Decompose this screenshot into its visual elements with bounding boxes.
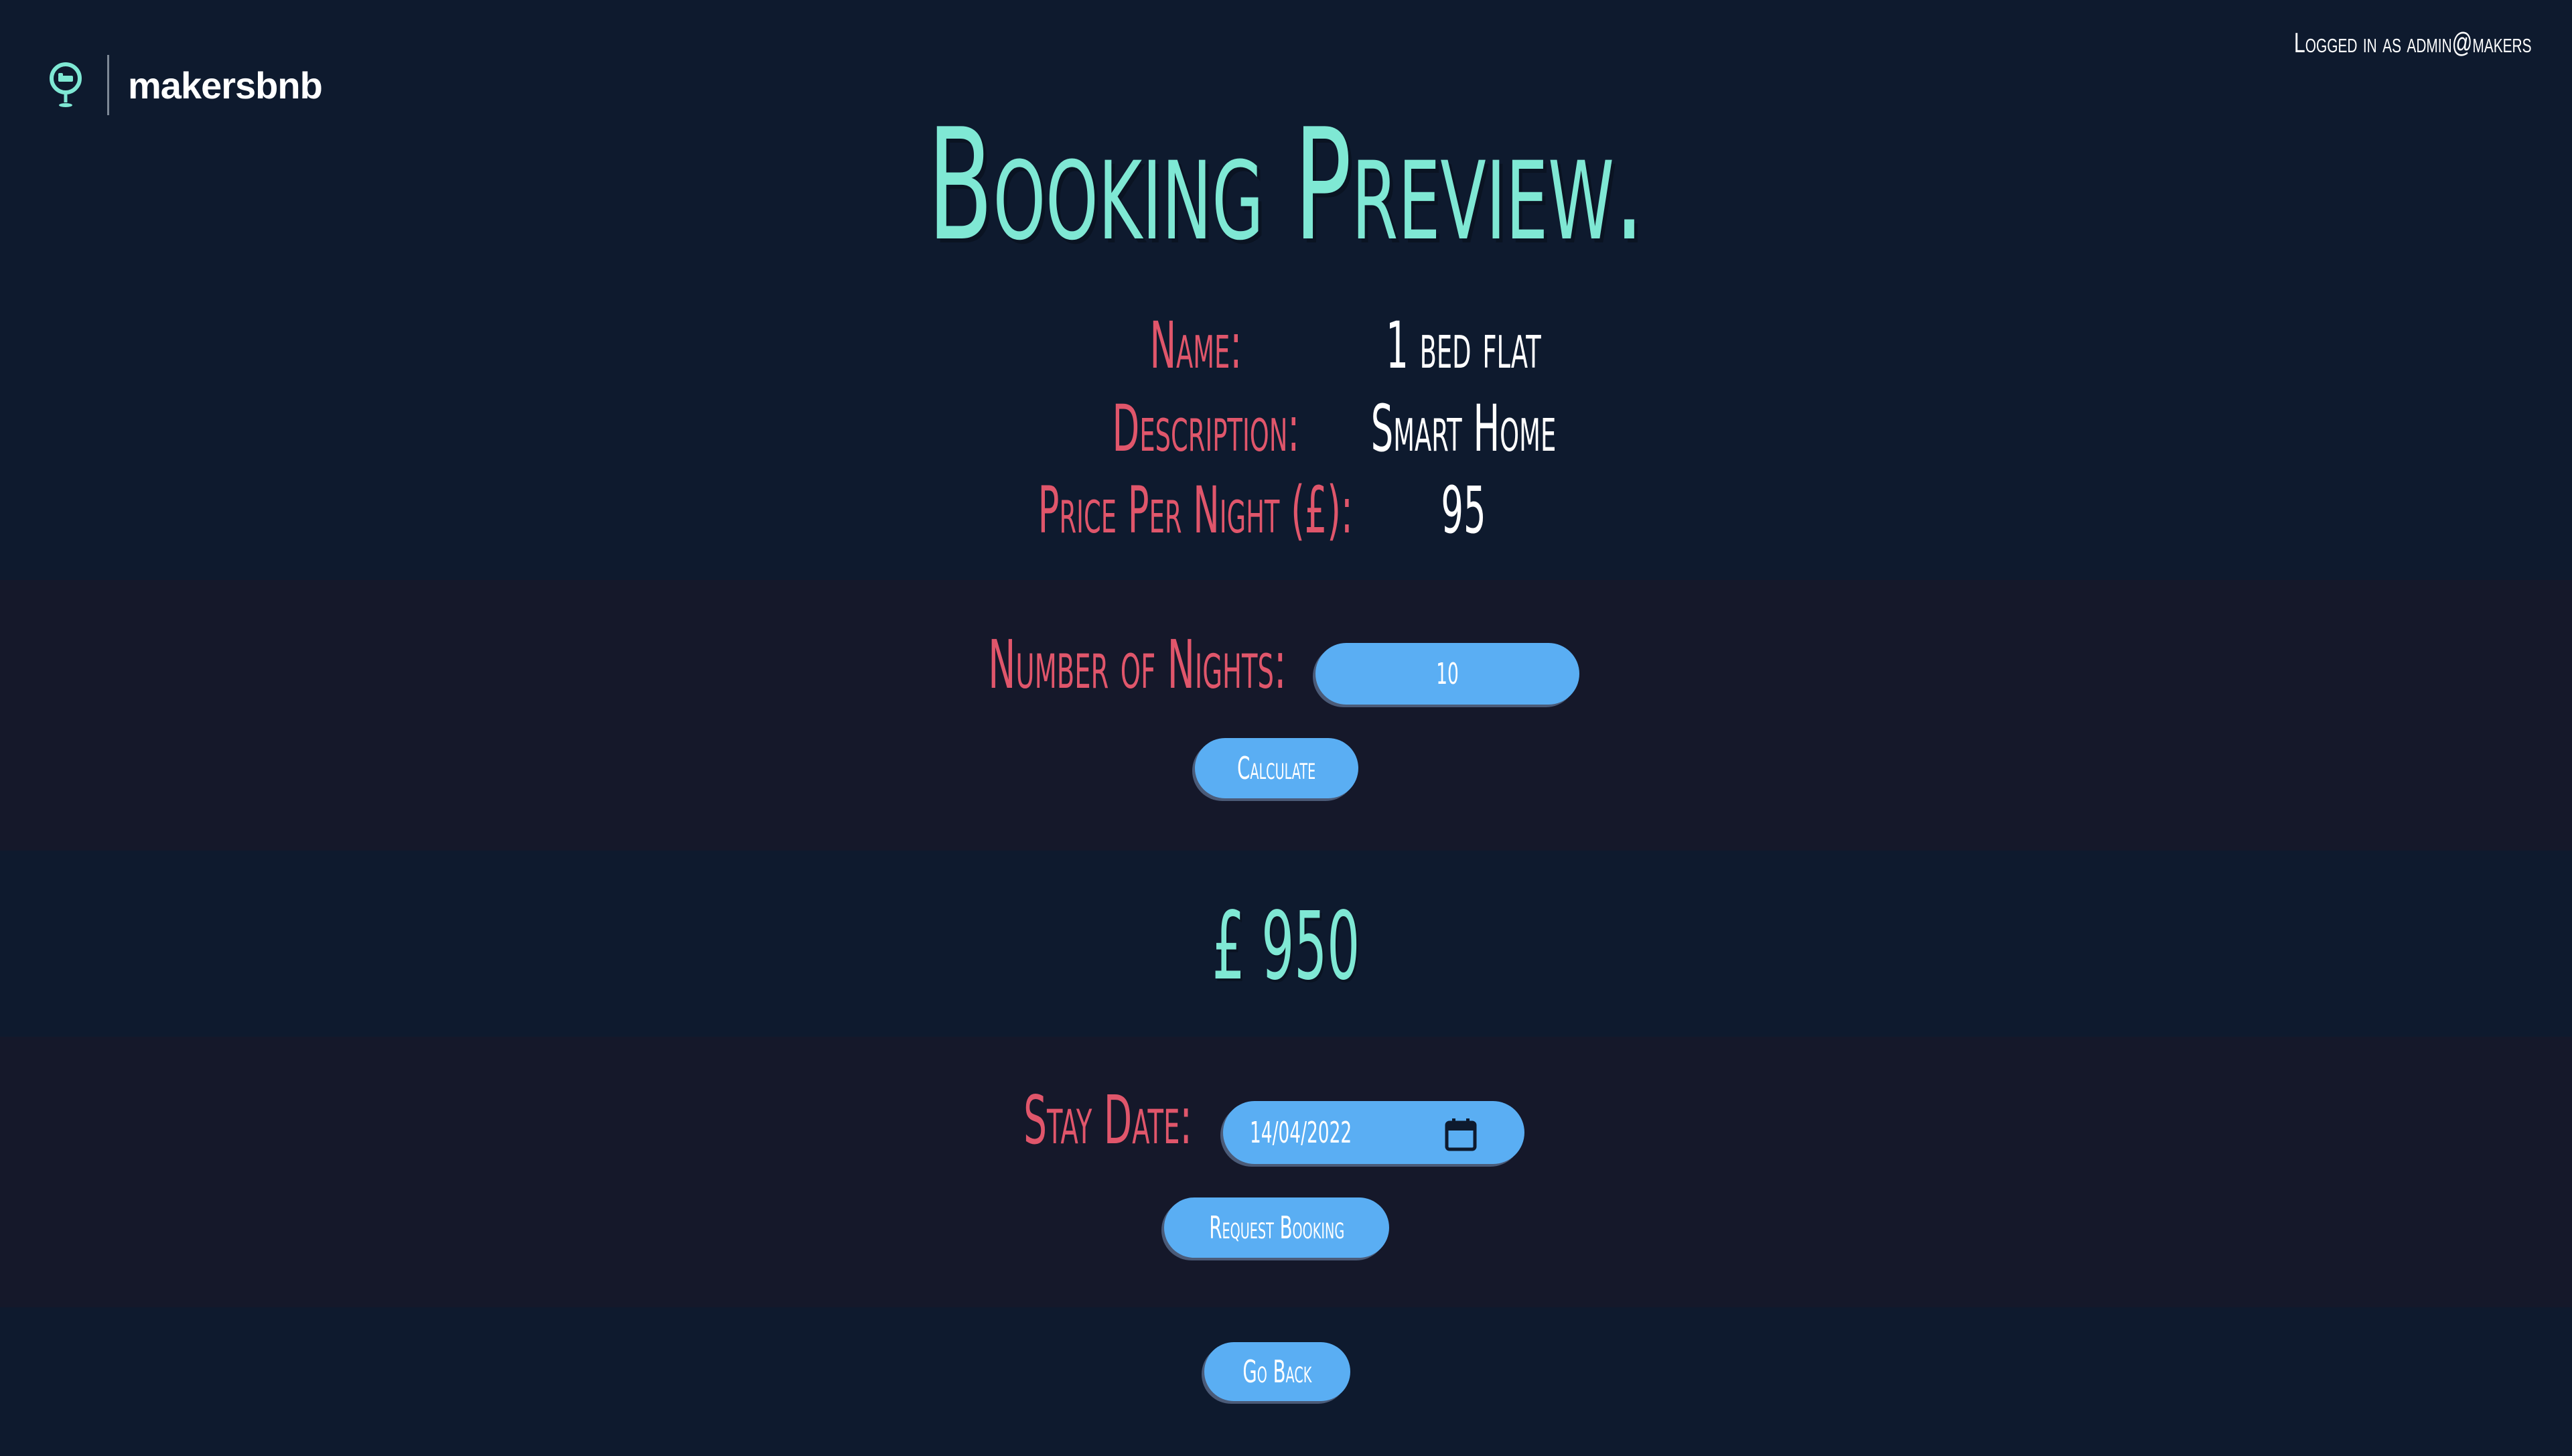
stay-date-input[interactable]: 14/04/2022	[1223, 1101, 1524, 1164]
detail-row-price: Price Per Night (£): 95	[0, 478, 2572, 552]
description-value: Smart Home	[1370, 391, 1557, 466]
price-value: 95	[1441, 473, 1486, 548]
total-currency: £	[1212, 892, 1245, 1001]
nights-label: Number of Nights:	[987, 626, 1286, 704]
nights-input[interactable]: 10	[1315, 643, 1579, 705]
total-amount: 950	[1261, 892, 1360, 1001]
name-label: Name:	[1149, 308, 1242, 383]
nights-value: 10	[1436, 656, 1459, 691]
detail-row-name: Name: 1 bed flat	[0, 313, 2572, 387]
total-price: £ 950	[579, 891, 1993, 1003]
login-status: Logged in as admin@makers	[2294, 27, 2532, 58]
calendar-icon[interactable]	[1444, 1117, 1478, 1152]
brand-name: makersbnb	[128, 64, 323, 106]
go-back-button-label: Go Back	[1242, 1354, 1312, 1390]
request-booking-button[interactable]: Request Booking	[1164, 1197, 1389, 1258]
go-back-button[interactable]: Go Back	[1204, 1342, 1350, 1401]
request-booking-button-label: Request Booking	[1209, 1210, 1344, 1246]
page-title: Booking Preview.	[927, 96, 1645, 275]
nights-calculator-section: Number of Nights: 10 Calculate	[0, 580, 2572, 851]
detail-row-description: Description: Smart Home	[0, 396, 2572, 470]
stay-date-label: Stay Date:	[1023, 1081, 1192, 1159]
calculate-button[interactable]: Calculate	[1195, 738, 1358, 798]
map-pin-bed-icon	[50, 62, 82, 107]
logo-divider	[107, 55, 109, 115]
booking-section: Stay Date: 14/04/2022 Request Booking	[0, 1037, 2572, 1307]
calculate-button-label: Calculate	[1237, 750, 1316, 786]
stay-date-value: 14/04/2022	[1250, 1115, 1352, 1150]
name-value: 1 bed flat	[1386, 308, 1541, 383]
brand-logo[interactable]: makersbnb	[47, 55, 323, 115]
price-label: Price Per Night (£):	[1038, 473, 1353, 548]
description-label: Description:	[1112, 391, 1299, 466]
